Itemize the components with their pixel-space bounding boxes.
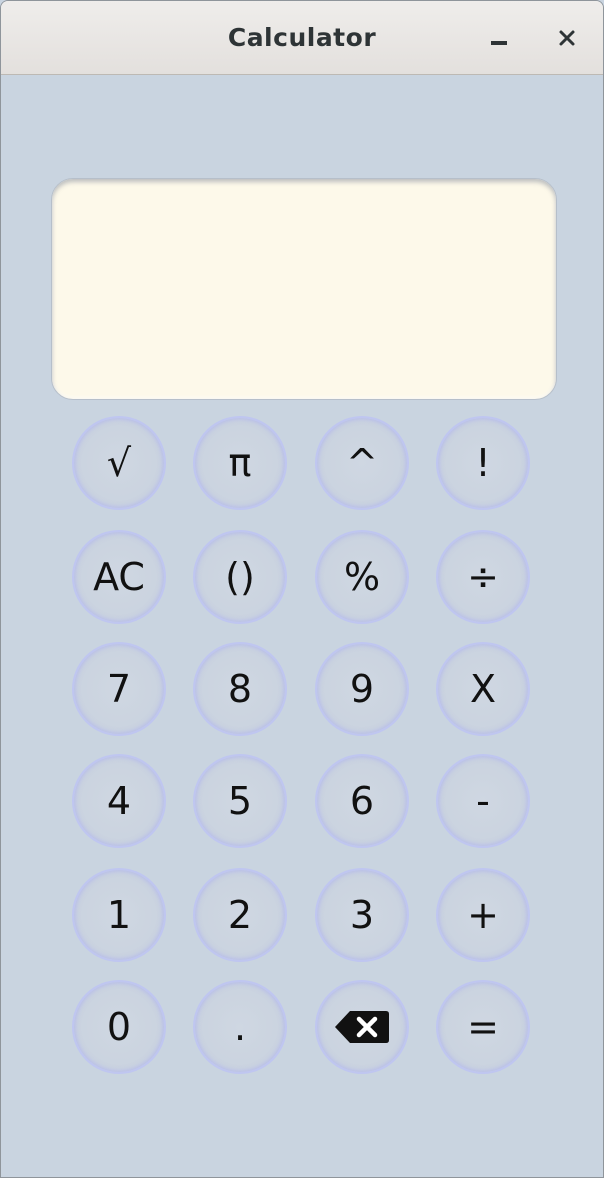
key-label: ÷ bbox=[467, 555, 499, 599]
key-label: % bbox=[343, 555, 381, 599]
key-label: () bbox=[225, 555, 255, 599]
percent-button[interactable]: % bbox=[315, 530, 409, 624]
title-bar[interactable]: Calculator bbox=[1, 1, 603, 75]
parentheses-button[interactable]: () bbox=[193, 530, 287, 624]
digit-1-button[interactable]: 1 bbox=[72, 868, 166, 962]
key-label: 9 bbox=[349, 667, 375, 711]
minimize-icon bbox=[491, 41, 507, 45]
key-label: 7 bbox=[106, 667, 132, 711]
digit-8-button[interactable]: 8 bbox=[193, 642, 287, 736]
key-label: √ bbox=[106, 441, 132, 485]
digit-0-button[interactable]: 0 bbox=[72, 980, 166, 1074]
sqrt-button[interactable]: √ bbox=[72, 416, 166, 510]
key-label: 8 bbox=[227, 667, 253, 711]
key-label: 6 bbox=[349, 779, 375, 823]
subtract-button[interactable]: - bbox=[436, 754, 530, 848]
divide-button[interactable]: ÷ bbox=[436, 530, 530, 624]
key-label: 4 bbox=[106, 779, 132, 823]
key-label: 0 bbox=[106, 1005, 132, 1049]
digit-4-button[interactable]: 4 bbox=[72, 754, 166, 848]
key-label: 1 bbox=[106, 893, 132, 937]
close-icon bbox=[559, 30, 575, 46]
key-label: ! bbox=[475, 441, 491, 485]
digit-3-button[interactable]: 3 bbox=[315, 868, 409, 962]
calculator-display bbox=[51, 178, 557, 400]
add-button[interactable]: + bbox=[436, 868, 530, 962]
key-label: AC bbox=[93, 555, 145, 599]
key-label: 5 bbox=[227, 779, 253, 823]
key-label: = bbox=[467, 1005, 499, 1049]
key-label: ^ bbox=[346, 441, 378, 485]
minimize-button[interactable] bbox=[482, 19, 518, 55]
decimal-button[interactable]: . bbox=[193, 980, 287, 1074]
key-label: 3 bbox=[349, 893, 375, 937]
digit-6-button[interactable]: 6 bbox=[315, 754, 409, 848]
factorial-button[interactable]: ! bbox=[436, 416, 530, 510]
key-label: 2 bbox=[227, 893, 253, 937]
power-button[interactable]: ^ bbox=[315, 416, 409, 510]
key-label: . bbox=[233, 1005, 247, 1049]
equals-button[interactable]: = bbox=[436, 980, 530, 1074]
digit-5-button[interactable]: 5 bbox=[193, 754, 287, 848]
clear-button[interactable]: AC bbox=[72, 530, 166, 624]
key-label: π bbox=[228, 441, 252, 485]
digit-2-button[interactable]: 2 bbox=[193, 868, 287, 962]
pi-button[interactable]: π bbox=[193, 416, 287, 510]
digit-7-button[interactable]: 7 bbox=[72, 642, 166, 736]
digit-9-button[interactable]: 9 bbox=[315, 642, 409, 736]
multiply-button[interactable]: X bbox=[436, 642, 530, 736]
key-label: X bbox=[469, 667, 497, 711]
key-label: - bbox=[476, 779, 490, 823]
backspace-icon bbox=[335, 1011, 389, 1043]
backspace-button[interactable] bbox=[315, 980, 409, 1074]
key-label: + bbox=[467, 893, 499, 937]
close-button[interactable] bbox=[549, 19, 585, 55]
